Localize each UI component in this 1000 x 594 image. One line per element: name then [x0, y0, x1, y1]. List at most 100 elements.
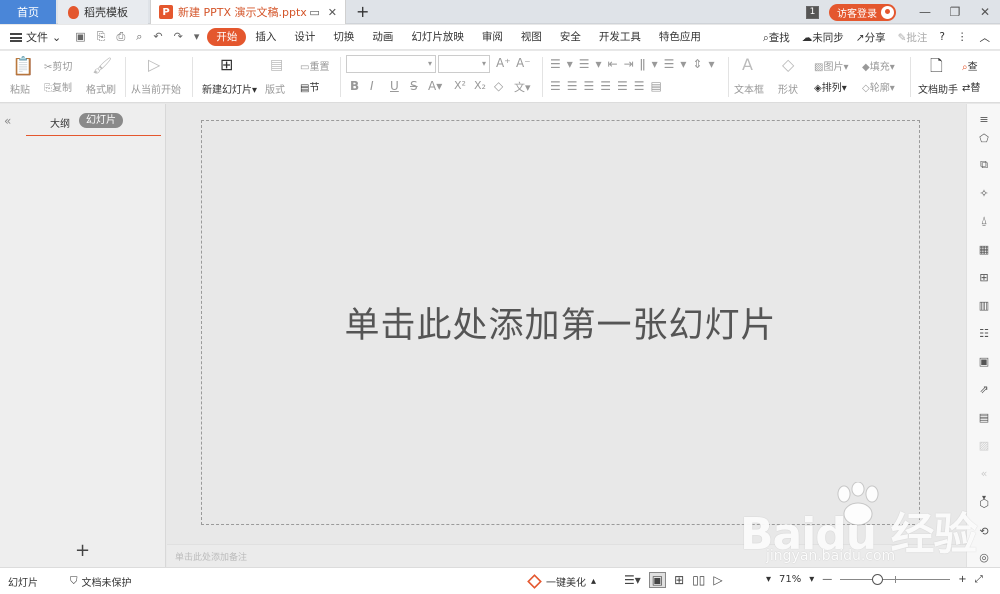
underline-icon[interactable]: U: [390, 79, 399, 93]
clear-icon[interactable]: ✧: [977, 186, 991, 200]
play-from-current-button[interactable]: 从当前开始: [131, 81, 181, 96]
copy-button[interactable]: ⎘复制: [44, 79, 72, 94]
zoom-slider[interactable]: [840, 574, 951, 585]
more-options-icon[interactable]: ⋮: [957, 31, 968, 43]
section-button[interactable]: ▤节: [300, 79, 319, 94]
zoom-level[interactable]: 71%: [779, 574, 801, 585]
print-icon[interactable]: ⎙: [116, 30, 125, 44]
add-slide-button[interactable]: +: [75, 540, 90, 561]
stamp-icon[interactable]: ⍙: [977, 214, 991, 228]
window-count-badge[interactable]: 1: [806, 5, 819, 19]
shield-icon[interactable]: ⬡: [977, 496, 991, 510]
fit-window-icon[interactable]: ⤢: [975, 574, 983, 585]
chart-icon[interactable]: ▥: [977, 298, 991, 312]
menu-developer[interactable]: 开发工具: [590, 28, 650, 46]
replace-button[interactable]: ⇄替: [962, 79, 980, 94]
font-family-select[interactable]: ▾: [346, 55, 436, 73]
layout-button[interactable]: 版式: [265, 81, 285, 96]
zoom-slider-knob[interactable]: [872, 574, 884, 585]
minimize-icon[interactable]: —: [910, 5, 940, 19]
reset-button[interactable]: ▭重置: [300, 58, 329, 73]
document-protection-button[interactable]: ⛉ 文档未保护: [70, 574, 132, 589]
find-button[interactable]: ⌕查找: [763, 30, 790, 45]
clear-format-icon[interactable]: ◇: [494, 79, 503, 93]
grow-font-icon[interactable]: A⁺: [496, 56, 511, 70]
close-tab-icon[interactable]: ✕: [328, 6, 337, 19]
screen-icon[interactable]: ▭: [309, 6, 319, 19]
slideshow-view-icon[interactable]: ▷: [713, 573, 722, 587]
outline-button[interactable]: ◇轮廓▾: [862, 79, 895, 94]
slide-sorter-icon[interactable]: ⊞: [674, 573, 684, 587]
phonetic-icon[interactable]: 文▾: [514, 79, 531, 95]
menu-home[interactable]: 开始: [207, 28, 247, 46]
guest-login-button[interactable]: 访客登录: [829, 3, 896, 21]
alignment-tools-row[interactable]: ☰☰☰☰☰☰▤: [550, 79, 668, 93]
menu-lines-icon[interactable]: ≡: [977, 112, 991, 126]
tab-daoke-templates[interactable]: 稻壳模板: [58, 0, 148, 24]
collapse-panel-icon[interactable]: «: [4, 114, 11, 128]
menu-insert[interactable]: 插入: [246, 28, 285, 46]
strikethrough-icon[interactable]: S: [410, 79, 418, 93]
export-pdf-icon[interactable]: ⎘: [97, 30, 106, 44]
zoom-out-icon[interactable]: —: [822, 574, 832, 585]
arrange-button[interactable]: ◈排列▾: [814, 79, 847, 94]
new-tab-button[interactable]: +: [356, 2, 369, 21]
paragraph-tools-row1[interactable]: ☰▾☰▾⇤⇥ǁ▾☰▾⇕▾: [550, 57, 720, 71]
menu-animation[interactable]: 动画: [363, 28, 402, 46]
menu-design[interactable]: 设计: [285, 28, 324, 46]
save-icon[interactable]: ▣: [75, 30, 85, 44]
sync-button[interactable]: ☁未同步: [802, 30, 844, 45]
font-size-select[interactable]: ▾: [438, 55, 490, 73]
paste-button[interactable]: 粘贴: [10, 81, 30, 96]
collapse-ribbon-icon[interactable]: ︿: [980, 30, 991, 45]
menu-transition[interactable]: 切换: [324, 28, 363, 46]
restore-icon[interactable]: ❐: [940, 5, 970, 19]
shrink-font-icon[interactable]: A⁻: [516, 56, 531, 70]
object-properties-icon[interactable]: ⬠: [977, 131, 991, 145]
subscript-icon[interactable]: X₂: [474, 79, 486, 92]
notes-view-icon[interactable]: ☰▾: [624, 573, 641, 587]
tab-slides[interactable]: 幻灯片: [79, 113, 123, 128]
print-preview-icon[interactable]: ⌕: [136, 30, 142, 44]
italic-icon[interactable]: I: [370, 79, 374, 93]
format-painter-button[interactable]: 格式刷: [86, 81, 116, 96]
picture-button[interactable]: ▨图片▾: [814, 58, 848, 73]
undo-icon[interactable]: ↶: [153, 30, 162, 44]
menu-review[interactable]: 审阅: [473, 28, 512, 46]
file-menu[interactable]: 文件 ⌄: [0, 29, 67, 45]
customize-icon[interactable]: ▾: [194, 30, 200, 44]
menu-features[interactable]: 特色应用: [650, 28, 710, 46]
menu-security[interactable]: 安全: [551, 28, 590, 46]
paste-icon[interactable]: 📋: [12, 56, 34, 77]
history-icon[interactable]: ⟲: [977, 524, 991, 538]
empty-slide-placeholder[interactable]: 单击此处添加第一张幻灯片: [201, 120, 920, 525]
new-slide-button[interactable]: 新建幻灯片▾: [202, 81, 257, 96]
cut-button[interactable]: ✂剪切: [44, 58, 72, 73]
menu-slideshow[interactable]: 幻灯片放映: [402, 28, 473, 46]
doc-assistant-button[interactable]: 文档助手: [918, 81, 958, 96]
archive-icon[interactable]: ▤: [977, 410, 991, 424]
help-button[interactable]: ?: [939, 31, 945, 43]
location-icon[interactable]: ◎: [977, 550, 991, 564]
share-button[interactable]: ↗分享: [856, 30, 886, 45]
font-color-icon[interactable]: A▾: [428, 79, 442, 93]
tab-home[interactable]: 首页: [0, 0, 56, 24]
superscript-icon[interactable]: X²: [454, 79, 466, 92]
reading-view-icon[interactable]: ▯▯: [692, 573, 705, 587]
textbox-button[interactable]: 文本框: [734, 81, 764, 96]
table-icon[interactable]: ▦: [977, 242, 991, 256]
close-window-icon[interactable]: ✕: [970, 5, 1000, 19]
export-icon[interactable]: ⇗: [977, 382, 991, 396]
fill-button[interactable]: ◆填充▾: [862, 58, 895, 73]
normal-view-icon[interactable]: ▣: [648, 572, 667, 588]
find-ribbon-button[interactable]: ⌕查: [962, 58, 978, 73]
one-click-beautify-button[interactable]: 一键美化 ▴: [527, 574, 596, 589]
shape-button[interactable]: 形状: [778, 81, 798, 96]
tab-document[interactable]: P 新建 PPTX 演示文稿.pptx ▭ ✕: [150, 0, 346, 24]
bold-icon[interactable]: B: [350, 79, 359, 93]
notes-pane[interactable]: 单击此处添加备注: [167, 544, 966, 567]
tab-outline[interactable]: 大纲: [50, 115, 70, 130]
redo-icon[interactable]: ↷: [174, 30, 183, 44]
menu-view[interactable]: 视图: [512, 28, 551, 46]
settings-sliders-icon[interactable]: ☷: [977, 326, 991, 340]
